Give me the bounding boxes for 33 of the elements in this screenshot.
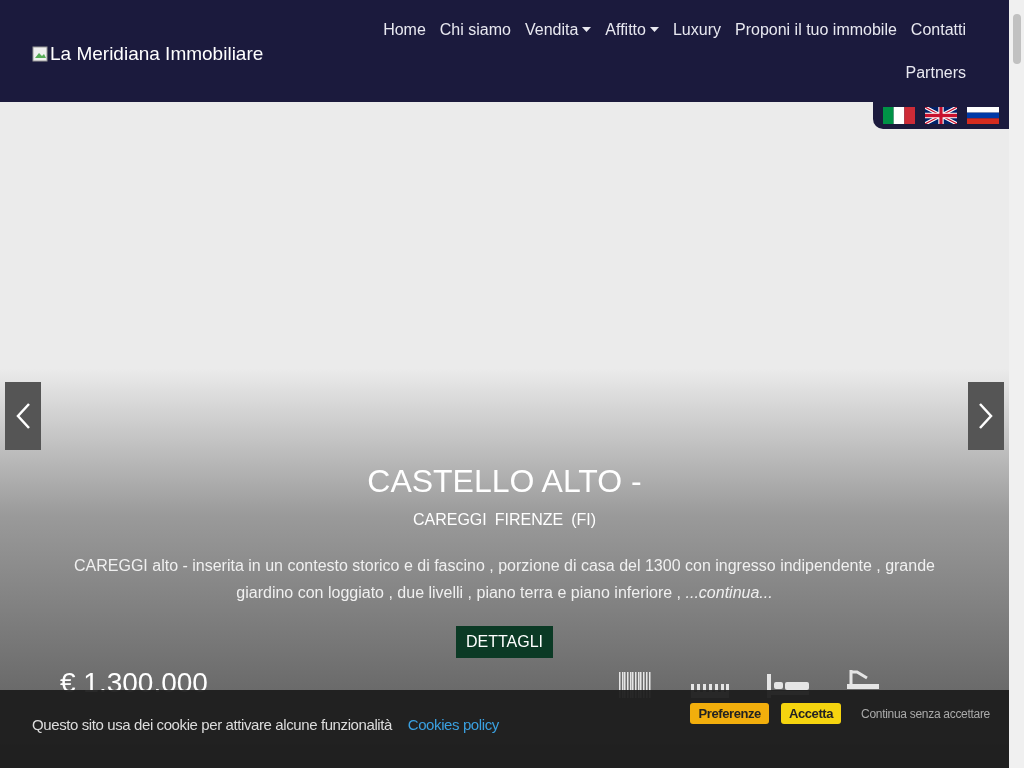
slide-description: CAREGGI alto - inserita in un contesto storico e di fascino , porzione di casa del 1300 con ingresso indipendente , grande giardino con loggiato , due livelli , piano terra e piano inferiore , ...continua... [73, 556, 936, 603]
cookie-button[interactable]: Preferenze [690, 703, 769, 724]
location-text: CAREGGI [412, 510, 487, 530]
cookie-button[interactable]: Accetta [780, 703, 842, 724]
nav-link[interactable]: Chi siamo [432, 8, 518, 51]
caret-icon [649, 27, 659, 32]
scrollbar-thumb[interactable] [1012, 14, 1021, 64]
previous-slide-button[interactable] [5, 382, 41, 450]
details-button[interactable]: DETTAGLI [455, 626, 553, 658]
location-text: (FI) [571, 510, 597, 530]
chevron-left-icon [15, 402, 31, 430]
logo-alt-text[interactable]: La Meridiana Immobiliare [50, 40, 274, 69]
cookie-policy-link[interactable]: Cookies policy [407, 716, 499, 733]
location-text: FIRENZE [494, 510, 564, 530]
nav-link[interactable]: Affitto [598, 8, 666, 51]
slide-title: CASTELLO ALTO - [367, 462, 642, 501]
cookie-text: Questo sito usa dei cookie per attivare alcune funzionalità Cookies policy [32, 715, 500, 735]
broken-image-icon [32, 46, 48, 63]
nav-link[interactable]: Contatti [903, 8, 973, 51]
nav-link[interactable]: Luxury [665, 8, 728, 51]
chevron-right-icon [978, 402, 994, 430]
uk-flag-icon[interactable] [925, 107, 957, 124]
price-text: € 1.300.000 [60, 666, 208, 700]
nav-link[interactable]: Proponi il tuo immobile [728, 8, 904, 51]
russia-flag-icon[interactable] [967, 107, 999, 124]
next-slide-button[interactable] [968, 382, 1004, 450]
nav-link[interactable]: Partners [898, 51, 973, 94]
reject-link[interactable]: Continua senza accettare [861, 704, 990, 723]
nav-link[interactable]: Vendita [517, 8, 599, 51]
caret-icon [582, 27, 592, 32]
nav-link[interactable]: Home [376, 8, 433, 51]
scrollbar[interactable] [1009, 0, 1024, 768]
italy-flag-icon[interactable] [883, 107, 915, 124]
